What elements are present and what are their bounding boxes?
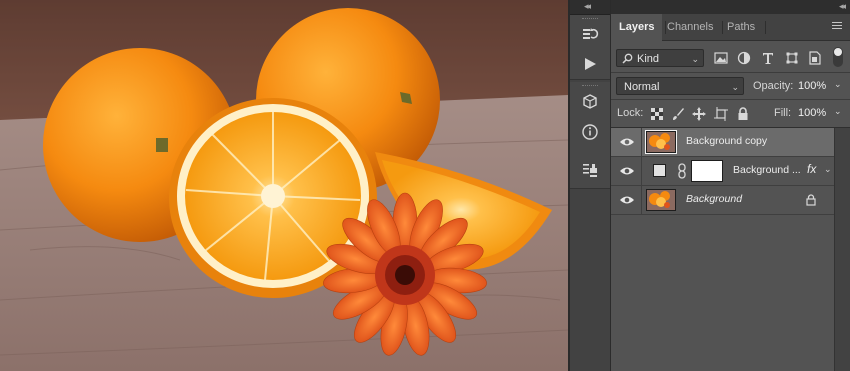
blend-mode-value: Normal (624, 81, 660, 93)
panel-tabs: Layers Channels Paths (611, 14, 850, 41)
tab-channels[interactable]: Channels (659, 14, 721, 40)
filter-row: Kind ⌄ (611, 41, 850, 72)
fill-color-thumbnail (653, 164, 666, 177)
3d-cube-icon[interactable] (578, 90, 602, 114)
actions-play-icon[interactable] (578, 52, 602, 76)
eye-icon[interactable] (619, 164, 635, 178)
fill-value[interactable]: 100% (798, 107, 826, 119)
blend-row: Normal ⌄ Opacity: 100% ⌄ (611, 73, 850, 99)
tab-layers[interactable]: Layers (611, 14, 663, 41)
layers-scrollbar[interactable] (834, 128, 850, 371)
opacity-label: Opacity: (753, 80, 794, 92)
adjustment-filter-icon[interactable] (736, 50, 752, 66)
lock-artboard-icon[interactable] (713, 106, 729, 122)
filter-kind-value: Kind (637, 53, 660, 65)
link-chain-icon[interactable] (677, 163, 687, 179)
lock-icon (806, 194, 816, 206)
pixel-layer-filter-icon[interactable] (713, 50, 729, 66)
layer-row-background[interactable]: Background (611, 186, 838, 215)
layer-thumbnail (646, 189, 676, 211)
filter-toggle-switch[interactable] (833, 47, 843, 67)
collapse-icon[interactable]: ◂◂ (584, 1, 591, 12)
expand-effects-chevron-icon[interactable]: ⌄ (824, 164, 832, 175)
lock-label: Lock: (617, 107, 644, 119)
info-icon[interactable] (578, 120, 602, 144)
panel-menu-icon[interactable] (832, 22, 842, 32)
collapse-icon[interactable]: ◂◂ (839, 1, 846, 12)
smart-object-filter-icon[interactable] (807, 50, 823, 66)
dock-topbar: ◂◂ (570, 0, 610, 15)
oranges-photo (0, 0, 568, 371)
tab-paths[interactable]: Paths (719, 14, 763, 40)
eye-separator (641, 128, 642, 156)
grip-handle[interactable] (582, 18, 598, 21)
eye-icon[interactable] (619, 135, 635, 149)
panel-topbar: ◂◂ (611, 0, 850, 15)
layer-row-background-masked[interactable]: Background ... fx (611, 157, 838, 186)
lock-image-pixels-icon[interactable] (670, 106, 686, 122)
layer-name[interactable]: Background copy (686, 135, 767, 147)
search-icon (622, 53, 633, 64)
layer-row-background-copy[interactable]: Background copy (611, 128, 838, 157)
lock-all-icon[interactable] (735, 106, 751, 122)
shape-filter-icon[interactable] (784, 50, 800, 66)
chevron-down-icon[interactable]: ⌄ (834, 79, 842, 90)
opacity-value[interactable]: 100% (798, 80, 826, 92)
lock-position-icon[interactable] (691, 106, 707, 122)
layer-name[interactable]: Background (686, 193, 742, 205)
layer-mask-thumbnail[interactable] (691, 160, 723, 182)
layers-list: Background copy Background ... fx ⌄ Back… (611, 128, 838, 371)
eye-icon[interactable] (619, 193, 635, 207)
chevron-down-icon[interactable]: ⌄ (834, 106, 842, 117)
dock-group-1 (570, 15, 610, 80)
dock-group-2 (570, 82, 610, 189)
blend-mode-select[interactable]: Normal ⌄ (616, 77, 744, 95)
fill-label: Fill: (774, 107, 792, 119)
layer-name[interactable]: Background ... (733, 164, 801, 176)
lock-transparent-pixels-icon[interactable] (649, 106, 665, 122)
filter-kind-select[interactable]: Kind ⌄ (616, 49, 704, 67)
eye-separator (641, 186, 642, 214)
history-icon[interactable] (578, 23, 602, 47)
tab-separator (765, 21, 766, 34)
clone-source-icon[interactable] (578, 158, 602, 182)
lock-row: Lock: Fill: 100% ⌄ (611, 100, 850, 127)
document-canvas[interactable] (0, 0, 568, 371)
chevron-down-icon: ⌄ (691, 54, 699, 64)
eye-separator (641, 157, 642, 185)
type-filter-icon[interactable] (760, 50, 776, 66)
layers-panel: ◂◂ Layers Channels Paths Kind ⌄ Normal ⌄… (611, 0, 850, 371)
layer-thumbnail (645, 130, 677, 154)
chevron-down-icon: ⌄ (731, 82, 739, 92)
panel-dock-strip: ◂◂ (570, 0, 611, 371)
grip-handle[interactable] (582, 85, 598, 88)
fx-effects-icon[interactable]: fx (807, 162, 816, 176)
